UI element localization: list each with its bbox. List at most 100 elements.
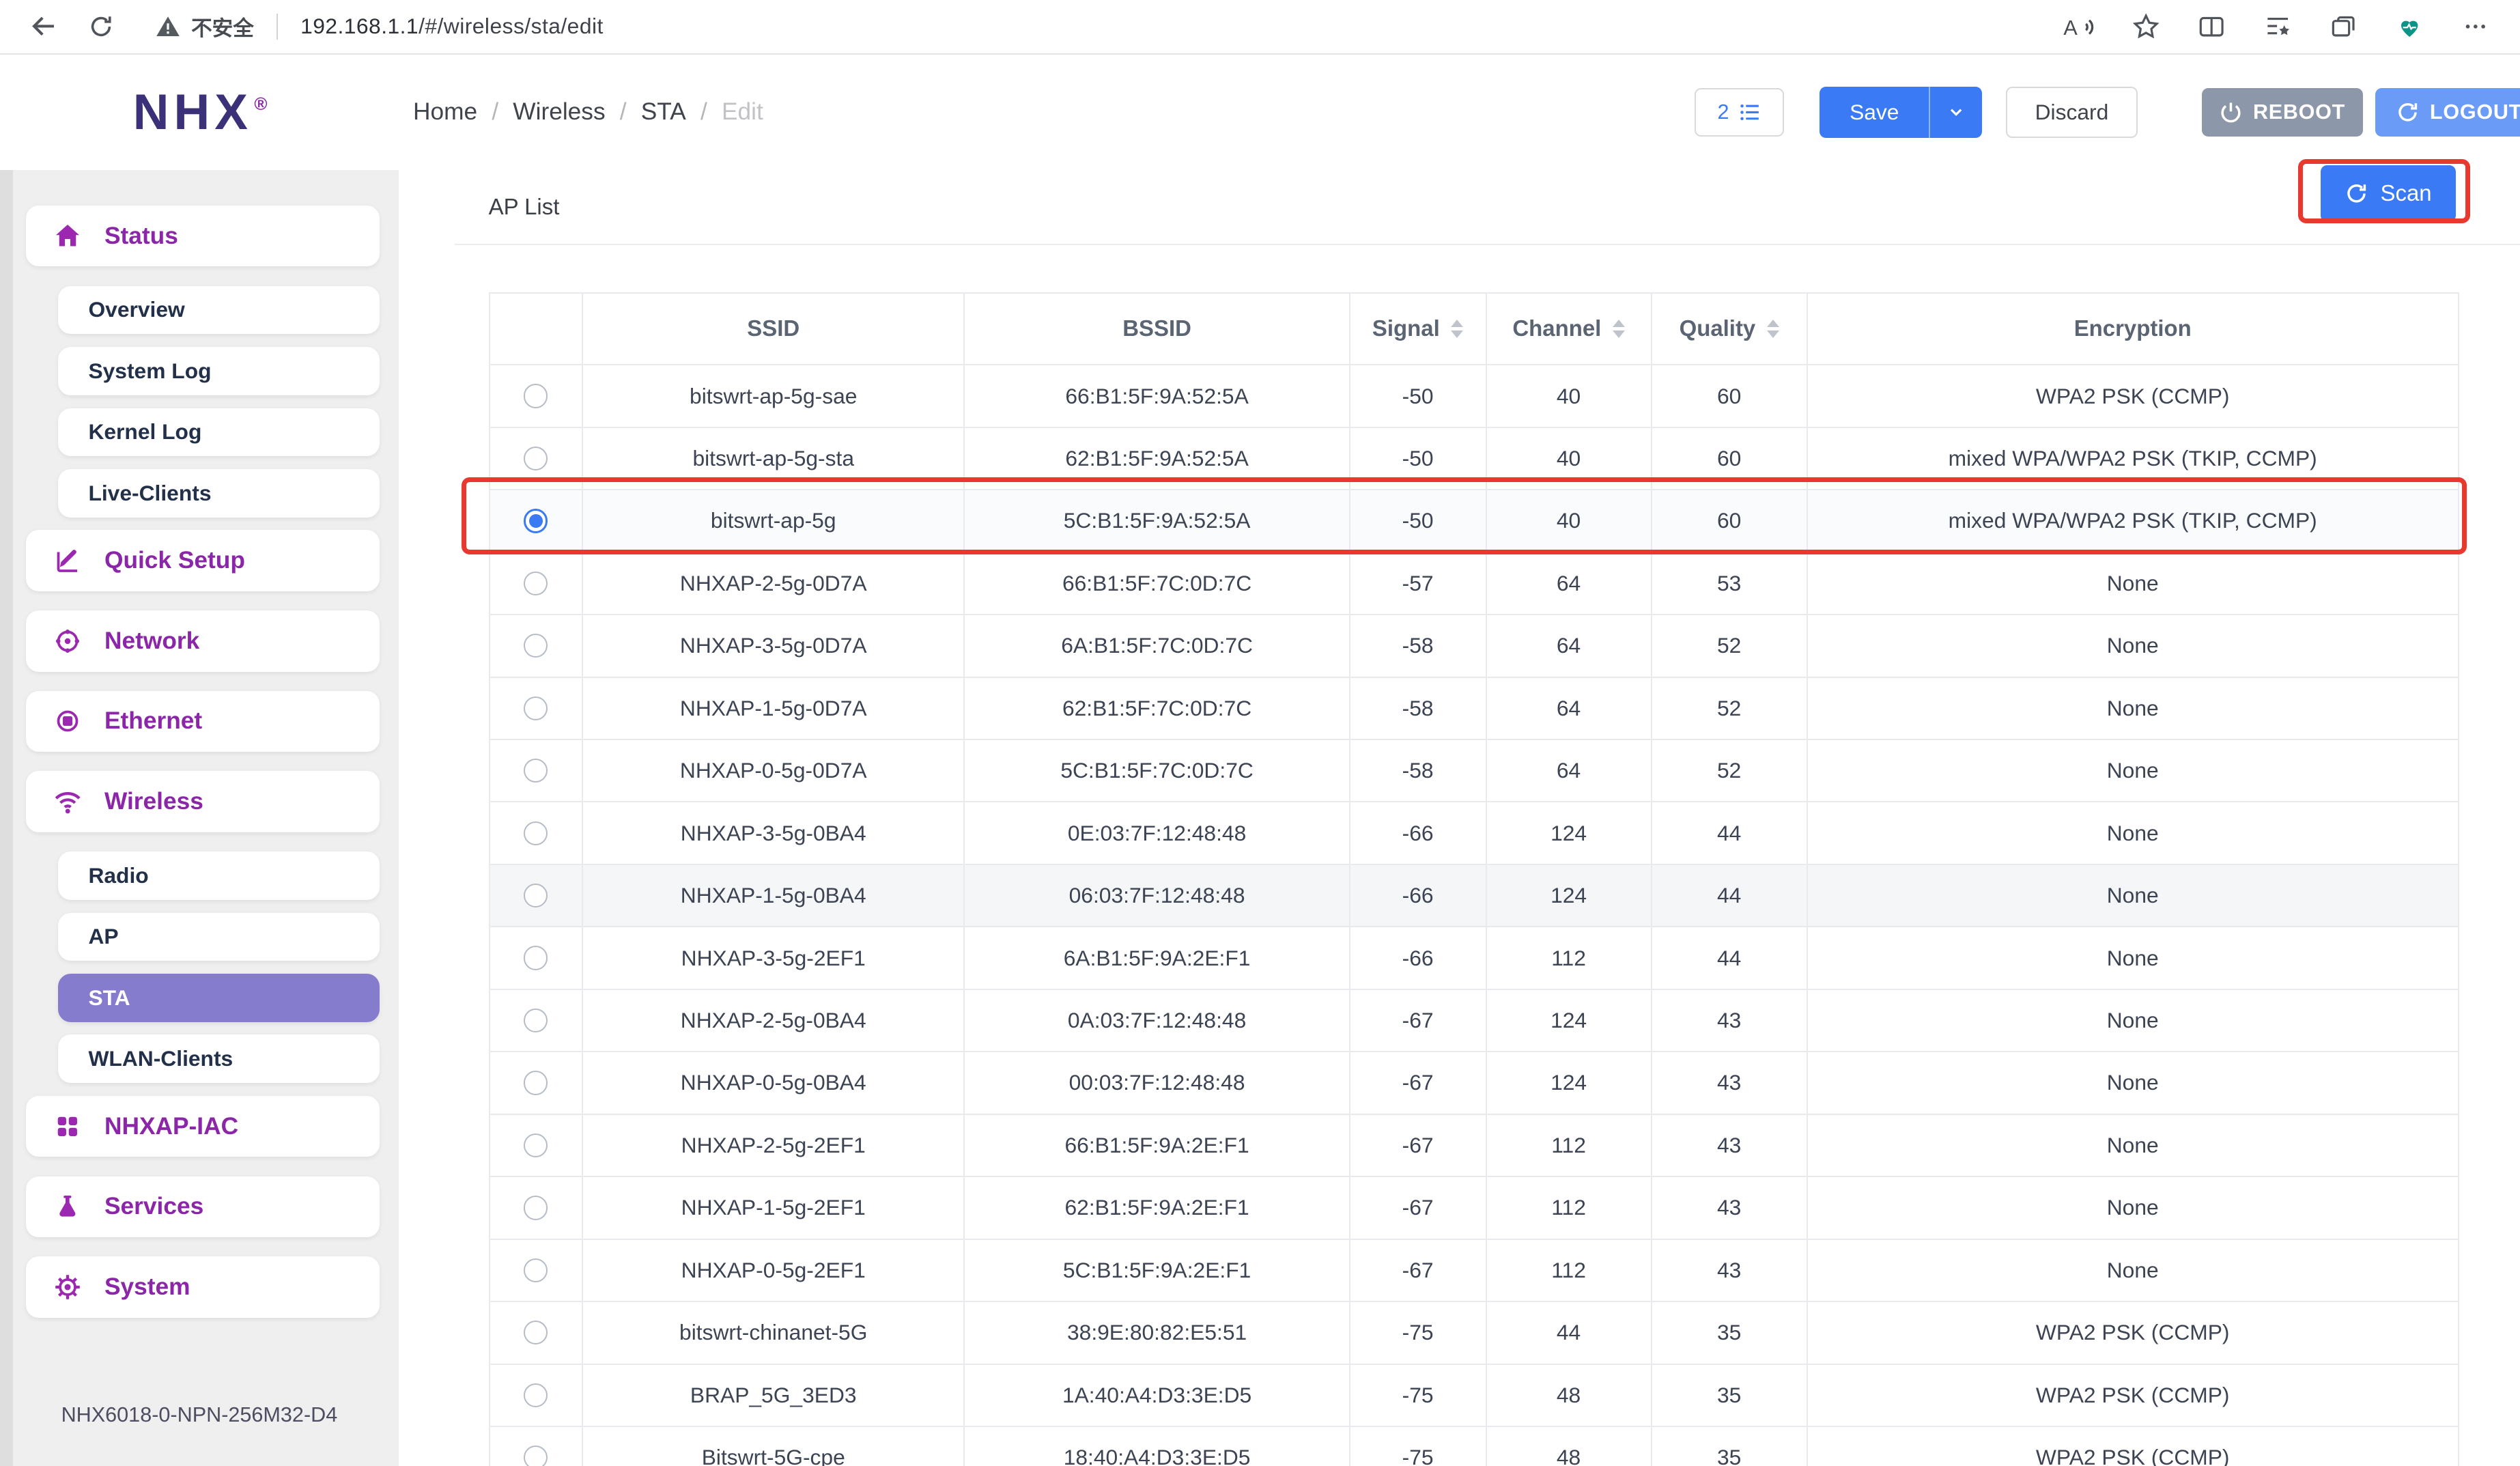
row-radio[interactable]	[524, 1071, 548, 1095]
split-screen-icon[interactable]	[2189, 4, 2234, 49]
ap-row[interactable]: bitswrt-ap-5g-sta62:B1:5F:9A:52:5A-50406…	[490, 428, 2458, 490]
row-radio[interactable]	[524, 759, 548, 783]
save-dropdown-button[interactable]	[1929, 87, 1981, 138]
cell-signal: -50	[1350, 490, 1487, 551]
cell-encryption: mixed WPA/WPA2 PSK (TKIP, CCMP)	[1808, 428, 2458, 489]
cell-ssid: NHXAP-2-5g-0BA4	[583, 990, 965, 1051]
url-field[interactable]: 192.168.1.1/#/wireless/sta/edit	[300, 14, 604, 39]
column-header-signal[interactable]: Signal	[1350, 294, 1487, 365]
sidebar-item-nhxap-iac[interactable]: NHXAP-IAC	[26, 1096, 380, 1157]
sidebar-item-wlan-clients[interactable]: WLAN-Clients	[58, 1034, 380, 1083]
ap-row[interactable]: NHXAP-1-5g-0D7A62:B1:5F:7C:0D:7C-586452N…	[490, 678, 2458, 740]
sidebar-item-quick-setup[interactable]: Quick Setup	[26, 530, 380, 591]
ap-row[interactable]: NHXAP-3-5g-2EF16A:B1:5F:9A:2E:F1-6611244…	[490, 927, 2458, 989]
refresh-icon[interactable]	[74, 4, 128, 49]
scan-button[interactable]: Scan	[2321, 165, 2456, 221]
cell-channel: 64	[1487, 553, 1652, 614]
column-header-channel[interactable]: Channel	[1487, 294, 1652, 365]
sidebar-item-network[interactable]: Network	[26, 610, 380, 671]
column-header-quality[interactable]: Quality	[1652, 294, 1808, 365]
cell-channel: 124	[1487, 1052, 1652, 1113]
cell-signal: -75	[1350, 1427, 1487, 1466]
ap-row[interactable]: NHXAP-1-5g-0BA406:03:7F:12:48:48-6612444…	[490, 865, 2458, 927]
breadcrumb-wireless[interactable]: Wireless	[513, 98, 605, 126]
browser-essentials-icon[interactable]	[2387, 4, 2432, 49]
cell-quality: 60	[1652, 428, 1808, 489]
row-radio[interactable]	[524, 696, 548, 720]
sidebar-item-kernel-log[interactable]: Kernel Log	[58, 408, 380, 457]
cell-bssid: 62:B1:5F:7C:0D:7C	[965, 678, 1350, 739]
sort-icon[interactable]	[1767, 320, 1779, 339]
row-radio[interactable]	[524, 447, 548, 470]
ap-row[interactable]: bitswrt-ap-5g-sae66:B1:5F:9A:52:5A-50406…	[490, 365, 2458, 427]
row-radio[interactable]	[524, 384, 548, 408]
read-aloud-icon[interactable]: A	[2057, 4, 2102, 49]
row-radio[interactable]	[524, 1446, 548, 1466]
site-security-chip[interactable]: 不安全	[154, 12, 254, 42]
back-icon[interactable]	[16, 4, 71, 49]
row-radio[interactable]	[524, 884, 548, 907]
row-radio[interactable]	[524, 1258, 548, 1282]
sidebar-item-status[interactable]: Status	[26, 206, 380, 266]
cell-encryption: WPA2 PSK (CCMP)	[1808, 1427, 2458, 1466]
sidebar-item-label: System	[104, 1273, 190, 1301]
sidebar-item-radio[interactable]: Radio	[58, 851, 380, 900]
sort-icon[interactable]	[1613, 320, 1625, 339]
cell-signal: -66	[1350, 927, 1487, 988]
row-radio[interactable]	[524, 946, 548, 970]
sidebar-item-system[interactable]: System	[26, 1256, 380, 1317]
save-button[interactable]: Save	[1820, 87, 1929, 138]
sort-icon[interactable]	[1451, 320, 1463, 339]
sidebar: Status Overview System Log Kernel Log Li…	[0, 170, 399, 1466]
cell-channel: 48	[1487, 1427, 1652, 1466]
ap-row[interactable]: NHXAP-0-5g-0D7A5C:B1:5F:7C:0D:7C-586452N…	[490, 740, 2458, 802]
column-header-select	[490, 294, 583, 365]
sidebar-item-system-log[interactable]: System Log	[58, 347, 380, 395]
favorite-star-icon[interactable]	[2123, 4, 2168, 49]
ap-row[interactable]: NHXAP-3-5g-0D7A6A:B1:5F:7C:0D:7C-586452N…	[490, 615, 2458, 677]
ap-row[interactable]: NHXAP-2-5g-2EF166:B1:5F:9A:2E:F1-6711243…	[490, 1115, 2458, 1177]
ap-row[interactable]: NHXAP-3-5g-0BA40E:03:7F:12:48:48-6612444…	[490, 802, 2458, 864]
sidebar-item-overview[interactable]: Overview	[58, 286, 380, 335]
row-radio[interactable]	[524, 572, 548, 595]
ap-row[interactable]: BRAP_5G_3ED31A:40:A4:D3:3E:D5-754835WPA2…	[490, 1365, 2458, 1427]
favorites-bar-icon[interactable]	[2255, 4, 2300, 49]
discard-button[interactable]: Discard	[2006, 87, 2138, 138]
reboot-button[interactable]: REBOOT	[2202, 88, 2362, 137]
main-content: AP List Scan SSIDBSSIDSignalChannelQuali…	[399, 170, 2520, 1466]
breadcrumb-home[interactable]: Home	[413, 98, 477, 126]
sidebar-item-wireless[interactable]: Wireless	[26, 771, 380, 832]
ap-row[interactable]: NHXAP-1-5g-2EF162:B1:5F:9A:2E:F1-6711243…	[490, 1177, 2458, 1239]
browser-menu-icon[interactable]	[2452, 4, 2497, 49]
cell-bssid: 0A:03:7F:12:48:48	[965, 990, 1350, 1051]
row-radio[interactable]	[524, 509, 548, 533]
ap-row[interactable]: bitswrt-chinanet-5G38:9E:80:82:E5:51-754…	[490, 1302, 2458, 1364]
breadcrumb-sta[interactable]: STA	[641, 98, 686, 126]
logout-button[interactable]: LOGOUT	[2375, 88, 2520, 137]
ap-row[interactable]: NHXAP-0-5g-2EF15C:B1:5F:9A:2E:F1-6711243…	[490, 1240, 2458, 1302]
row-radio[interactable]	[524, 634, 548, 658]
row-radio[interactable]	[524, 821, 548, 845]
collections-icon[interactable]	[2321, 4, 2366, 49]
ap-row[interactable]: NHXAP-0-5g-0BA400:03:7F:12:48:48-6712443…	[490, 1052, 2458, 1114]
cell-channel: 40	[1487, 365, 1652, 426]
chevron-down-icon	[1946, 102, 1966, 122]
logout-label: LOGOUT	[2430, 100, 2520, 124]
sidebar-item-live-clients[interactable]: Live-Clients	[58, 469, 380, 518]
ap-row[interactable]: bitswrt-ap-5g5C:B1:5F:9A:52:5A-504060mix…	[490, 490, 2458, 552]
ap-row[interactable]: NHXAP-2-5g-0D7A66:B1:5F:7C:0D:7C-576453N…	[490, 553, 2458, 615]
row-radio[interactable]	[524, 1133, 548, 1157]
ap-row[interactable]: NHXAP-2-5g-0BA40A:03:7F:12:48:48-6712443…	[490, 990, 2458, 1052]
sidebar-item-services[interactable]: Services	[26, 1176, 380, 1237]
ap-row[interactable]: Bitswrt-5G-cpe18:40:A4:D3:3E:D5-754835WP…	[490, 1427, 2458, 1466]
row-select-cell	[490, 1115, 583, 1176]
row-radio[interactable]	[524, 1196, 548, 1220]
sidebar-item-ethernet[interactable]: Ethernet	[26, 691, 380, 752]
row-radio[interactable]	[524, 1383, 548, 1407]
row-radio[interactable]	[524, 1321, 548, 1344]
sidebar-item-sta[interactable]: STA	[58, 974, 380, 1022]
sidebar-item-ap[interactable]: AP	[58, 913, 380, 961]
cell-ssid: NHXAP-3-5g-2EF1	[583, 927, 965, 988]
pending-changes-button[interactable]: 2	[1695, 88, 1785, 137]
row-radio[interactable]	[524, 1009, 548, 1032]
